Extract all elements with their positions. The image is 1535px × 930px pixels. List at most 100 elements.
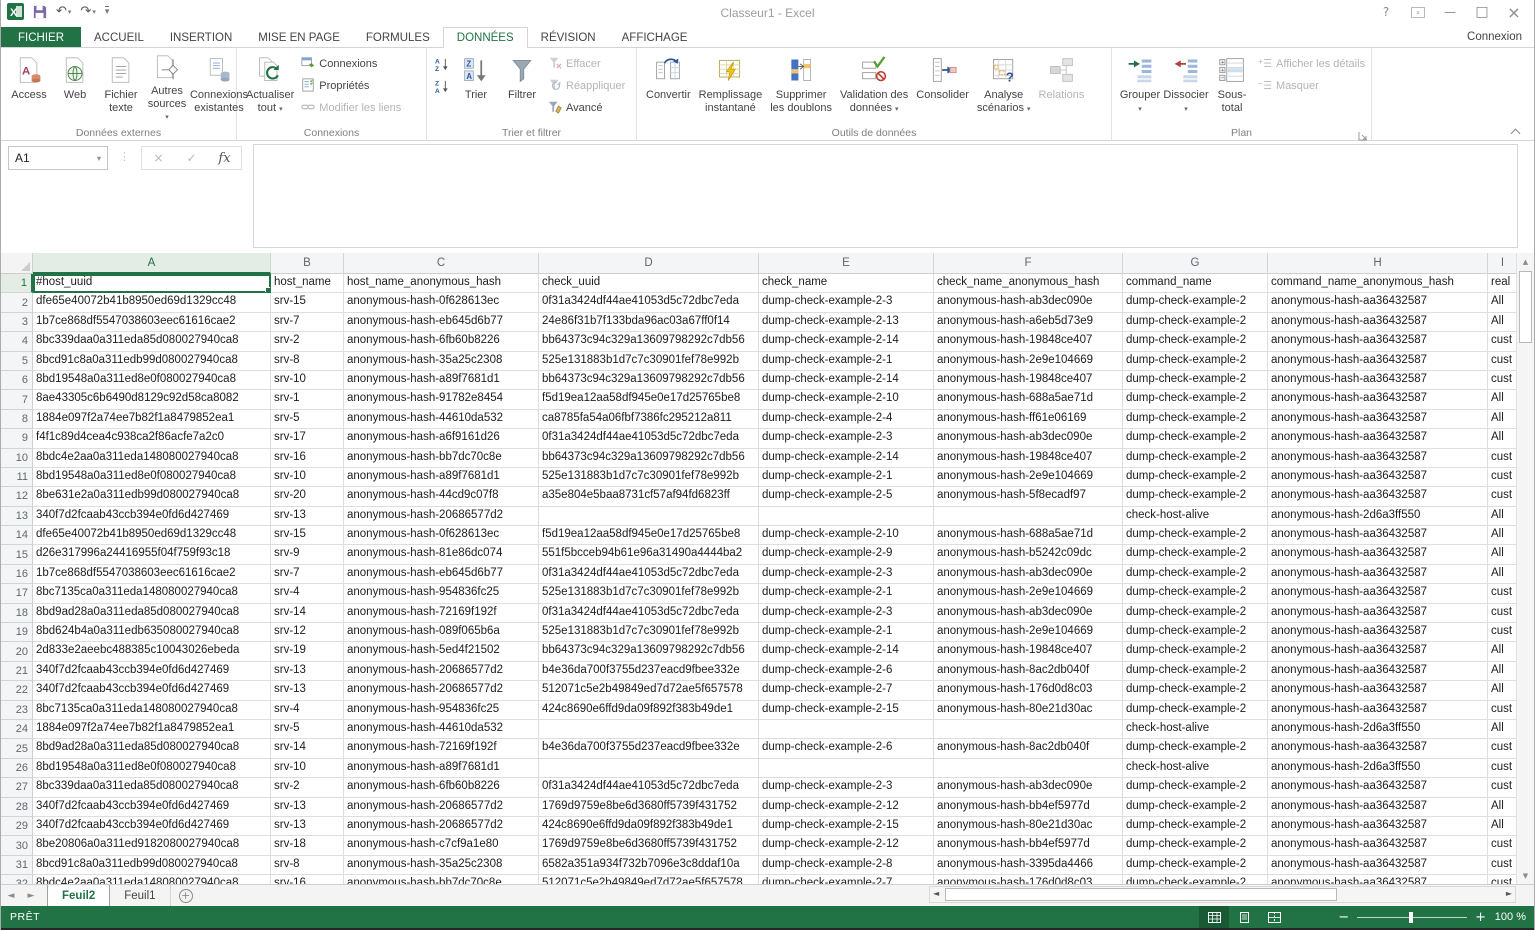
cell-A32[interactable]: 8bdc4e2aa0a311eda148080027940ca8 [33, 875, 271, 884]
cell-B32[interactable]: srv-16 [271, 875, 344, 884]
cell-F9[interactable]: anonymous-hash-ab3dec090e [934, 429, 1123, 448]
cell-D24[interactable] [539, 720, 759, 739]
cell-E13[interactable] [759, 507, 934, 526]
cell-F11[interactable]: anonymous-hash-2e9e104669 [934, 468, 1123, 487]
cell-G10[interactable]: dump-check-example-2 [1123, 449, 1268, 468]
vertical-scrollbar[interactable]: ▲ ▼ [1516, 253, 1534, 884]
insert-function-button[interactable]: fx [208, 151, 241, 166]
formula-input[interactable] [253, 144, 1518, 248]
cell-C31[interactable]: anonymous-hash-35a25c2308 [344, 856, 539, 875]
group-button[interactable]: Grouper▾ [1117, 50, 1163, 122]
cell-A29[interactable]: 340f7d2fcaab43ccb394e0fd6d427469 [33, 817, 271, 836]
cell-I17[interactable]: cust [1488, 584, 1518, 603]
cell-B1[interactable]: host_name [271, 274, 344, 293]
cell-H18[interactable]: anonymous-hash-aa36432587 [1268, 604, 1488, 623]
cell-D16[interactable]: 0f31a3424df44ae41053d5c72dbc7eda [539, 565, 759, 584]
cell-C28[interactable]: anonymous-hash-20686577d2 [344, 798, 539, 817]
cell-I13[interactable]: All [1488, 507, 1518, 526]
cell-C6[interactable]: anonymous-hash-a89f7681d1 [344, 371, 539, 390]
cell-B29[interactable]: srv-13 [271, 817, 344, 836]
cell-I1[interactable]: real [1488, 274, 1518, 293]
cell-G23[interactable]: dump-check-example-2 [1123, 701, 1268, 720]
cell-C12[interactable]: anonymous-hash-44cd9c07f8 [344, 487, 539, 506]
cell-A25[interactable]: 8bd9ad28a0a311eda85d080027940ca8 [33, 739, 271, 758]
cell-A31[interactable]: 8bcd91c8a0a311edb99d080027940ca8 [33, 856, 271, 875]
cell-D28[interactable]: 1769d9759e8be6d3680ff5739f431752 [539, 798, 759, 817]
cell-B15[interactable]: srv-9 [271, 545, 344, 564]
cell-D23[interactable]: 424c8690e6ffd9da09f892f383b49de1 [539, 701, 759, 720]
cell-E28[interactable]: dump-check-example-2-12 [759, 798, 934, 817]
column-header-F[interactable]: F [934, 253, 1123, 274]
cell-F26[interactable] [934, 759, 1123, 778]
cell-F8[interactable]: anonymous-hash-ff61e06169 [934, 410, 1123, 429]
cell-H4[interactable]: anonymous-hash-aa36432587 [1268, 332, 1488, 351]
tab-mise-en-page[interactable]: MISE EN PAGE [245, 27, 353, 48]
cell-E21[interactable]: dump-check-example-2-6 [759, 662, 934, 681]
cell-F19[interactable]: anonymous-hash-2e9e104669 [934, 623, 1123, 642]
cell-F15[interactable]: anonymous-hash-b5242c09dc [934, 545, 1123, 564]
cell-B22[interactable]: srv-13 [271, 681, 344, 700]
scroll-left-icon[interactable]: ◄ [933, 889, 939, 898]
cell-H6[interactable]: anonymous-hash-aa36432587 [1268, 371, 1488, 390]
cell-H16[interactable]: anonymous-hash-aa36432587 [1268, 565, 1488, 584]
reapply-filter-button[interactable]: Réappliquer [545, 75, 628, 97]
cell-G30[interactable]: dump-check-example-2 [1123, 836, 1268, 855]
column-header-B[interactable]: B [271, 253, 344, 274]
cell-D22[interactable]: 512071c5e2b49849ed7d72ae5f657578 [539, 681, 759, 700]
cell-I28[interactable]: All [1488, 798, 1518, 817]
cell-D26[interactable] [539, 759, 759, 778]
tab-accueil[interactable]: ACCUEIL [81, 27, 157, 48]
row-header-19[interactable]: 19 [1, 623, 33, 642]
cell-E27[interactable]: dump-check-example-2-3 [759, 778, 934, 797]
cell-E8[interactable]: dump-check-example-2-4 [759, 410, 934, 429]
cell-B9[interactable]: srv-17 [271, 429, 344, 448]
cell-A28[interactable]: 340f7d2fcaab43ccb394e0fd6d427469 [33, 798, 271, 817]
cell-I15[interactable]: All [1488, 545, 1518, 564]
cell-I29[interactable]: All [1488, 817, 1518, 836]
cell-E12[interactable]: dump-check-example-2-5 [759, 487, 934, 506]
cell-A1[interactable]: #host_uuid [33, 274, 271, 293]
zoom-in-icon[interactable]: + [1475, 910, 1486, 925]
row-header-11[interactable]: 11 [1, 468, 33, 487]
cell-A7[interactable]: 8ae43305c6b6490d8129c92d58ca8082 [33, 390, 271, 409]
column-header-I[interactable]: I [1488, 253, 1518, 274]
clear-filter-button[interactable]: Effacer [545, 53, 628, 75]
cell-B18[interactable]: srv-14 [271, 604, 344, 623]
cell-A15[interactable]: d26e317996a24416955f04f759f93c18 [33, 545, 271, 564]
cell-A16[interactable]: 1b7ce868df5547038603eec61616cae2 [33, 565, 271, 584]
cell-B24[interactable]: srv-5 [271, 720, 344, 739]
cell-C29[interactable]: anonymous-hash-20686577d2 [344, 817, 539, 836]
cell-I6[interactable]: cust [1488, 371, 1518, 390]
cell-B12[interactable]: srv-20 [271, 487, 344, 506]
show-detail-button[interactable]: + Afficher les détails [1255, 53, 1368, 75]
ribbon-display-options-button[interactable]: ⌅ [1404, 2, 1432, 22]
cell-I24[interactable]: All [1488, 720, 1518, 739]
cell-F22[interactable]: anonymous-hash-176d0d8c03 [934, 681, 1123, 700]
select-all-corner[interactable] [1, 253, 33, 274]
cell-F17[interactable]: anonymous-hash-2e9e104669 [934, 584, 1123, 603]
cell-B27[interactable]: srv-2 [271, 778, 344, 797]
cell-D17[interactable]: 525e131883b1d7c7c30901fef78e992b [539, 584, 759, 603]
cell-F23[interactable]: anonymous-hash-80e21d30ac [934, 701, 1123, 720]
cell-A6[interactable]: 8bd19548a0a311ed8e0f080027940ca8 [33, 371, 271, 390]
cell-G17[interactable]: dump-check-example-2 [1123, 584, 1268, 603]
cell-I25[interactable]: cust [1488, 739, 1518, 758]
cell-B3[interactable]: srv-7 [271, 313, 344, 332]
tab-insertion[interactable]: INSERTION [157, 27, 245, 48]
cell-G7[interactable]: dump-check-example-2 [1123, 390, 1268, 409]
cell-A24[interactable]: 1884e097f2a74ee7b82f1a8479852ea1 [33, 720, 271, 739]
enter-button[interactable]: ✓ [175, 151, 208, 165]
cell-D1[interactable]: check_uuid [539, 274, 759, 293]
name-box[interactable]: A1 ▾ [8, 146, 108, 170]
cell-F30[interactable]: anonymous-hash-bb4ef5977d [934, 836, 1123, 855]
cell-E23[interactable]: dump-check-example-2-15 [759, 701, 934, 720]
cell-H1[interactable]: command_name_anonymous_hash [1268, 274, 1488, 293]
cell-I32[interactable]: cust [1488, 875, 1518, 884]
cell-I20[interactable]: All [1488, 642, 1518, 661]
cell-H22[interactable]: anonymous-hash-aa36432587 [1268, 681, 1488, 700]
cell-D15[interactable]: 551f5bcceb94b61e96a31490a4444ba2 [539, 545, 759, 564]
row-header-30[interactable]: 30 [1, 836, 33, 855]
cell-H24[interactable]: anonymous-hash-2d6a3ff550 [1268, 720, 1488, 739]
cell-B25[interactable]: srv-14 [271, 739, 344, 758]
column-header-C[interactable]: C [344, 253, 539, 274]
